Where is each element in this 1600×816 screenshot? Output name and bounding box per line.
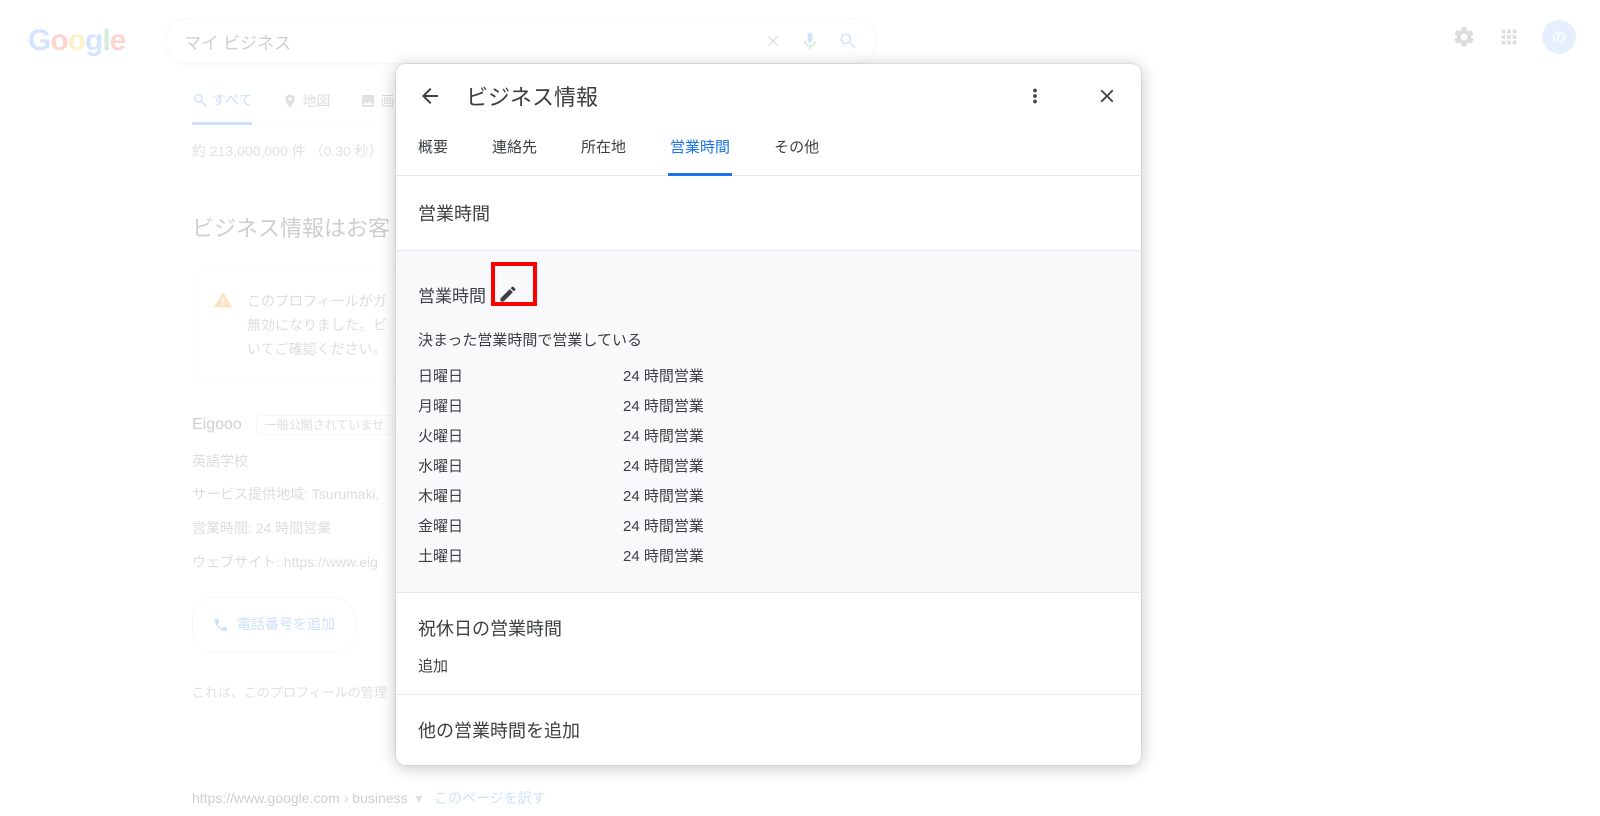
hours-row: 水曜日24 時間営業: [418, 452, 1119, 482]
hours-row: 火曜日24 時間営業: [418, 422, 1119, 452]
section-title: 営業時間: [396, 176, 1141, 251]
hours-row: 日曜日24 時間営業: [418, 362, 1119, 392]
pencil-icon: [498, 284, 518, 304]
modal-tabs: 概要 連絡先 所在地 営業時間 その他: [396, 124, 1141, 176]
business-info-modal: ビジネス情報 概要 連絡先 所在地 営業時間 その他 営業時間 営業時間 決まっ…: [396, 64, 1141, 765]
modal-tab-location[interactable]: 所在地: [579, 124, 628, 175]
hours-row: 土曜日24 時間営業: [418, 542, 1119, 572]
modal-tab-more[interactable]: その他: [772, 124, 821, 175]
add-more-hours-button[interactable]: 他の営業時間を追加: [396, 695, 1141, 765]
back-button[interactable]: [416, 82, 444, 110]
hours-subtitle: 決まった営業時間で営業している: [418, 329, 1119, 350]
modal-tab-contact[interactable]: 連絡先: [490, 124, 539, 175]
modal-title: ビジネス情報: [466, 80, 999, 112]
more-options-button[interactable]: [1021, 82, 1049, 110]
modal-tab-overview[interactable]: 概要: [416, 124, 450, 175]
holiday-hours-section: 祝休日の営業時間 追加: [396, 593, 1141, 695]
hours-row: 月曜日24 時間営業: [418, 392, 1119, 422]
close-button[interactable]: [1093, 82, 1121, 110]
hours-table: 日曜日24 時間営業 月曜日24 時間営業 火曜日24 時間営業 水曜日24 時…: [418, 362, 1119, 572]
modal-tab-hours[interactable]: 営業時間: [668, 124, 732, 176]
hours-section: 営業時間 決まった営業時間で営業している 日曜日24 時間営業 月曜日24 時間…: [396, 251, 1141, 593]
hours-row: 金曜日24 時間営業: [418, 512, 1119, 542]
hours-row: 木曜日24 時間営業: [418, 482, 1119, 512]
holiday-hours-title: 祝休日の営業時間: [418, 615, 1119, 641]
add-holiday-hours-button[interactable]: 追加: [418, 655, 1119, 676]
edit-hours-button[interactable]: [486, 273, 530, 315]
hours-title: 営業時間: [418, 282, 486, 307]
